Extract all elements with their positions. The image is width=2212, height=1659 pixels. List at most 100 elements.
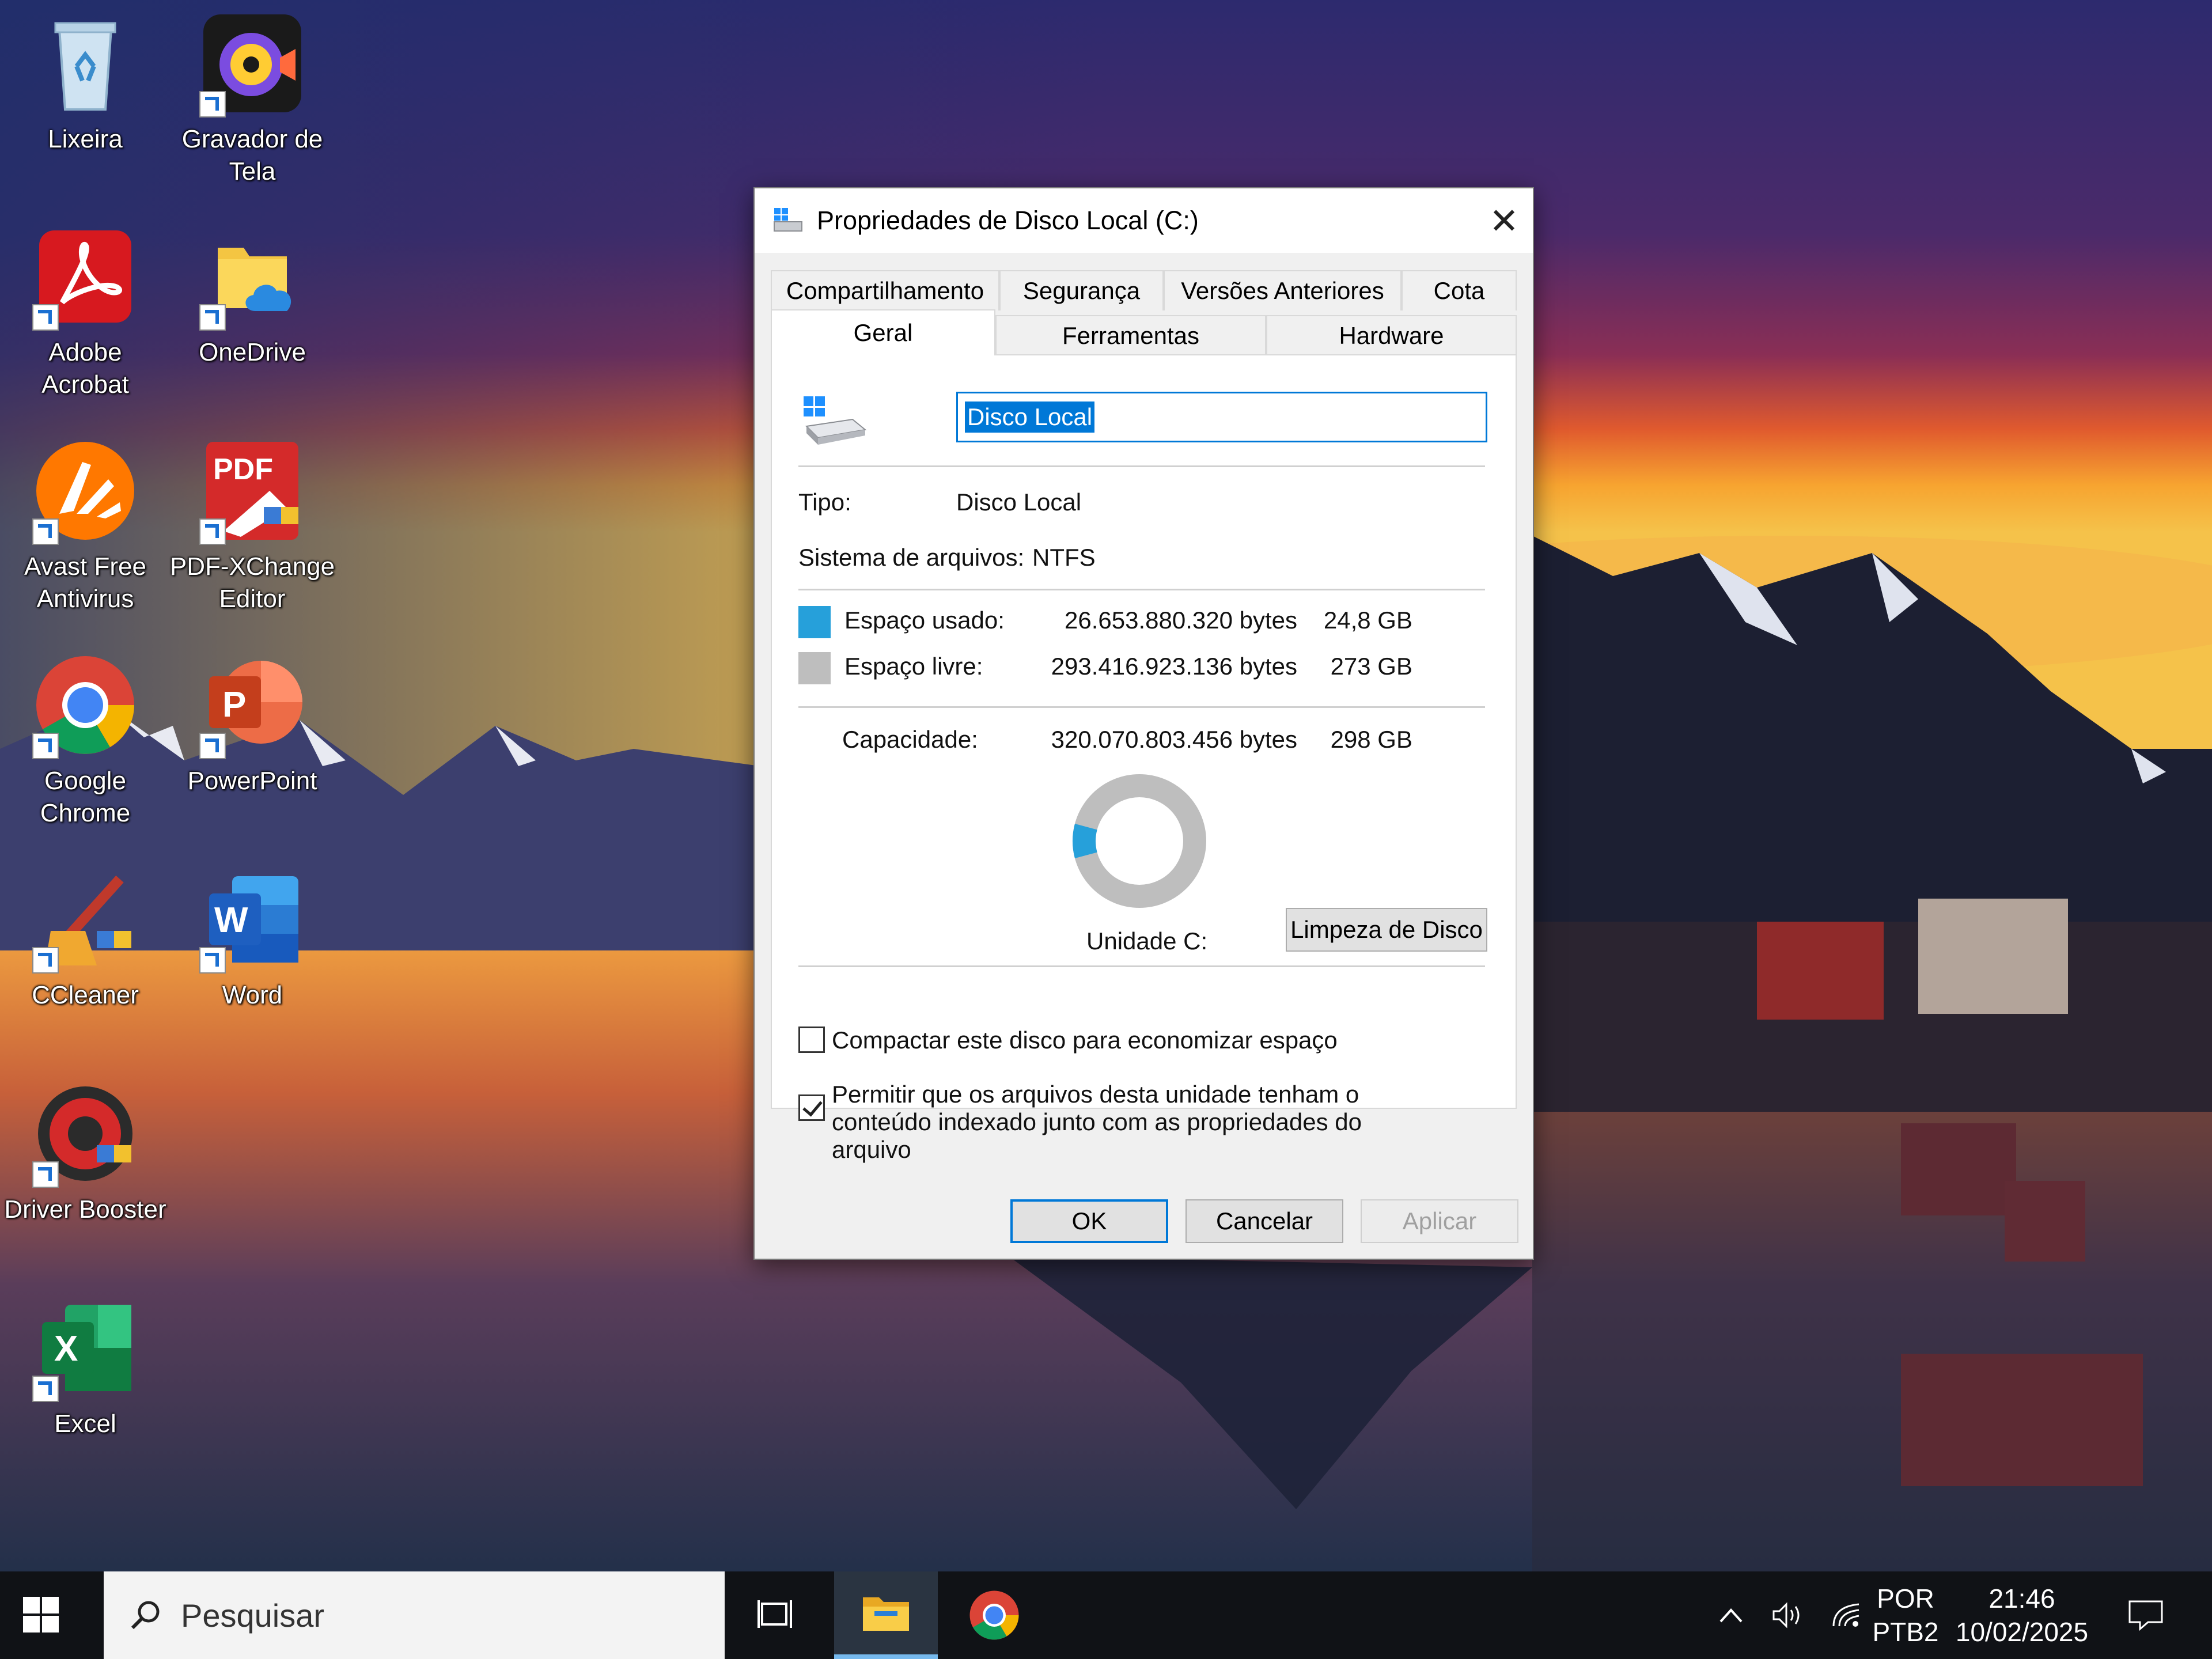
- shortcut-arrow-icon: [199, 733, 226, 759]
- type-label: Tipo:: [798, 488, 851, 516]
- desktop-icon-google-chrome[interactable]: Google Chrome: [0, 642, 172, 832]
- chrome-taskbar-button[interactable]: [942, 1571, 1046, 1659]
- separator: [798, 465, 1485, 467]
- compress-label: Compactar este disco para economizar esp…: [832, 1027, 1338, 1054]
- clock-date: 10/02/2025: [1955, 1617, 2089, 1647]
- apply-button[interactable]: Aplicar: [1361, 1199, 1518, 1243]
- tab-compartilhamento[interactable]: Compartilhamento: [771, 270, 999, 310]
- desktop-icon-recycle-bin[interactable]: Lixeira: [0, 0, 172, 190]
- desktop-icon-label: Excel: [54, 1410, 116, 1438]
- svg-text:X: X: [54, 1329, 78, 1369]
- drive-large-icon: [801, 392, 870, 449]
- tab-geral[interactable]: Geral: [771, 309, 995, 355]
- shortcut-arrow-icon: [32, 518, 59, 545]
- disk-cleanup-button[interactable]: Limpeza de Disco: [1286, 908, 1487, 952]
- shortcut-arrow-icon: [199, 91, 226, 118]
- used-space-size: 24,8 GB: [1323, 607, 1412, 634]
- powerpoint-icon: P: [199, 653, 304, 759]
- start-icon: [23, 1597, 59, 1633]
- tab-row-upper: Compartilhamento Segurança Versões Anter…: [771, 270, 1517, 310]
- desktop-icon-word[interactable]: W Word: [166, 856, 339, 1046]
- index-checkbox[interactable]: [798, 1094, 825, 1121]
- clock-time: 21:46: [1988, 1584, 2055, 1613]
- desktop-icon-label: Word: [222, 981, 283, 1009]
- desktop-icon-label: Google Chrome: [40, 767, 131, 827]
- task-view-icon: [757, 1600, 792, 1628]
- driver-booster-icon: [32, 1082, 137, 1188]
- drive-icon: [772, 204, 804, 237]
- free-space-bytes: 293.416.923.136 bytes: [1051, 653, 1297, 680]
- used-space-swatch: [798, 606, 831, 638]
- ok-button[interactable]: OK: [1010, 1199, 1168, 1243]
- used-space-label: Espaço usado:: [844, 607, 1005, 634]
- capacity-bytes: 320.070.803.456 bytes: [1051, 726, 1297, 753]
- action-center-button[interactable]: [2108, 1571, 2183, 1659]
- desktop-icon-onedrive[interactable]: OneDrive: [166, 213, 339, 403]
- volume-icon: [1772, 1602, 1800, 1628]
- dialog-title: Propriedades de Disco Local (C:): [817, 206, 1199, 235]
- start-button[interactable]: [23, 1597, 59, 1633]
- free-space-label: Espaço livre:: [844, 653, 983, 680]
- screen-recorder-icon: [199, 12, 304, 118]
- drive-name-selected-text: Disco Local: [965, 402, 1095, 433]
- free-space-size: 273 GB: [1330, 653, 1412, 680]
- task-view-button[interactable]: [725, 1571, 828, 1659]
- type-value: Disco Local: [956, 488, 1082, 516]
- desktop-icon-pdf-xchange[interactable]: PDF PDF-XChange Editor: [166, 427, 339, 618]
- desktop-icon-label: OneDrive: [199, 338, 306, 366]
- tab-row-lower: Geral Ferramentas Hardware: [771, 309, 1517, 355]
- filesystem-label: Sistema de arquivos:: [798, 544, 1025, 571]
- show-hidden-icons-button[interactable]: [1705, 1571, 1757, 1659]
- desktop-icon-adobe-acrobat[interactable]: Adobe Acrobat: [0, 213, 172, 403]
- clock[interactable]: 21:46 10/02/2025: [1947, 1582, 2097, 1649]
- tab-versoes-anteriores[interactable]: Versões Anteriores: [1164, 270, 1402, 310]
- desktop-icon-avast[interactable]: Avast Free Antivirus: [0, 427, 172, 618]
- chevron-up-icon: [1719, 1608, 1743, 1623]
- dialog-titlebar[interactable]: Propriedades de Disco Local (C:) ✕: [755, 188, 1533, 253]
- tab-hardware[interactable]: Hardware: [1266, 315, 1517, 355]
- word-icon: W: [199, 868, 304, 974]
- separator: [798, 589, 1485, 590]
- tab-cota[interactable]: Cota: [1402, 270, 1517, 310]
- compress-checkbox[interactable]: [798, 1027, 825, 1053]
- desktop-icon-screen-recorder[interactable]: Gravador de Tela: [166, 0, 339, 190]
- filesystem-value: NTFS: [1032, 544, 1096, 571]
- volume-button[interactable]: [1763, 1571, 1815, 1659]
- excel-icon: X: [32, 1296, 137, 1402]
- desktop-icon-powerpoint[interactable]: P PowerPoint: [166, 642, 339, 832]
- taskbar-search-box[interactable]: Pesquisar: [104, 1571, 725, 1659]
- svg-text:W: W: [214, 900, 248, 940]
- network-button[interactable]: [1820, 1571, 1872, 1659]
- drive-name-input[interactable]: Disco Local: [956, 392, 1487, 442]
- drive-letter-label: Unidade C:: [1086, 927, 1208, 955]
- close-icon: ✕: [1489, 201, 1519, 241]
- cancel-button[interactable]: Cancelar: [1185, 1199, 1343, 1243]
- shortcut-arrow-icon: [32, 733, 59, 759]
- separator: [798, 965, 1485, 967]
- desktop-icon-label: PowerPoint: [187, 767, 317, 795]
- desktop-icon-label: Adobe Acrobat: [41, 338, 129, 399]
- avast-icon: [32, 439, 137, 545]
- shortcut-arrow-icon: [32, 1376, 59, 1402]
- language-code: POR: [1877, 1584, 1934, 1613]
- search-placeholder: Pesquisar: [181, 1597, 325, 1634]
- capacity-label: Capacidade:: [842, 726, 978, 753]
- desktop-icon-driver-booster[interactable]: Driver Booster: [0, 1070, 172, 1260]
- used-space-bytes: 26.653.880.320 bytes: [1064, 607, 1297, 634]
- desktop-icon-excel[interactable]: X Excel: [0, 1285, 172, 1475]
- index-label: Permitir que os arquivos desta unidade t…: [832, 1081, 1362, 1163]
- tab-seguranca[interactable]: Segurança: [999, 270, 1164, 310]
- network-icon: [1832, 1603, 1859, 1627]
- shortcut-arrow-icon: [32, 1161, 59, 1188]
- desktop-icon-ccleaner[interactable]: CCleaner: [0, 856, 172, 1046]
- file-explorer-icon: [863, 1597, 909, 1631]
- ccleaner-icon: [32, 868, 137, 974]
- close-button[interactable]: ✕: [1475, 188, 1533, 253]
- tab-ferramentas[interactable]: Ferramentas: [995, 315, 1266, 355]
- file-explorer-taskbar-button[interactable]: [834, 1571, 938, 1659]
- shortcut-arrow-icon: [199, 304, 226, 331]
- chrome-icon: [969, 1590, 1019, 1640]
- input-language-button[interactable]: POR PTB2: [1872, 1582, 1939, 1649]
- shortcut-arrow-icon: [32, 947, 59, 974]
- keyboard-layout-code: PTB2: [1872, 1617, 1939, 1647]
